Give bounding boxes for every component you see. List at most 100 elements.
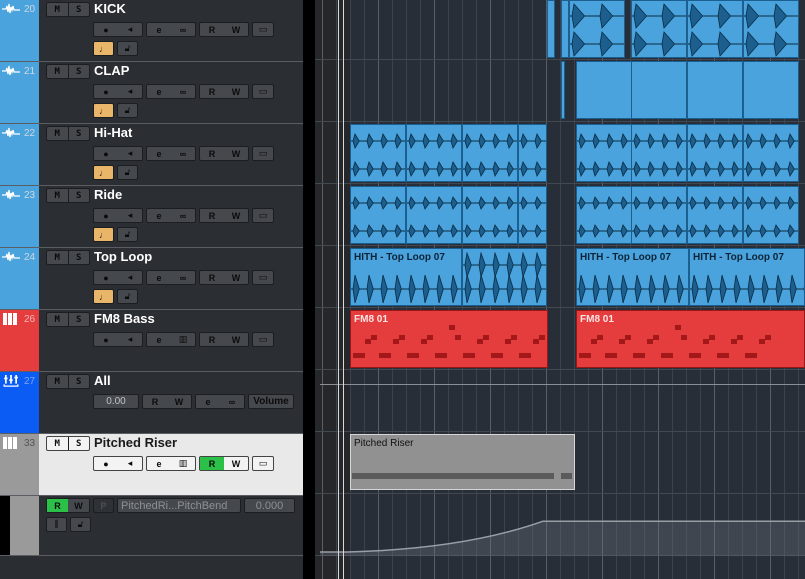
write-automation-button[interactable]: W [224, 457, 248, 470]
read-automation-button[interactable]: R [200, 147, 224, 160]
track-name[interactable]: Ride [94, 187, 122, 202]
write-automation-button[interactable]: W [224, 333, 248, 346]
edit-channel-icon[interactable]: e [147, 147, 171, 160]
write-automation-button[interactable]: W [167, 395, 191, 408]
left-locator[interactable] [338, 0, 339, 579]
mute-button[interactable]: M [47, 3, 69, 16]
write-automation-button[interactable]: W [224, 209, 248, 222]
mute-button[interactable]: M [47, 437, 69, 450]
track-color-strip[interactable]: 23 [0, 186, 39, 247]
punch-button[interactable]: P [93, 498, 114, 513]
midi-part-fm8[interactable]: FM8 01 [350, 310, 548, 368]
audio-event-kick[interactable] [569, 0, 625, 58]
read-automation-button[interactable]: R [200, 209, 224, 222]
audio-event-ride[interactable] [406, 186, 462, 244]
track-clap[interactable]: 21 MS CLAP ● ◂ e ∞ RW ▭ ♩ 🔓︎ [0, 62, 303, 124]
link-icon[interactable]: ∞ [171, 209, 195, 222]
solo-button[interactable]: S [69, 127, 90, 140]
track-color-strip[interactable]: 26 [0, 310, 39, 371]
musical-mode-icon[interactable]: ♩ [93, 227, 114, 242]
audio-event-hi-hat[interactable] [350, 124, 406, 182]
track-name[interactable]: Hi-Hat [94, 125, 132, 140]
musical-mode-icon[interactable]: ♩ [93, 41, 114, 56]
track-name[interactable]: FM8 Bass [94, 311, 155, 326]
record-enable-icon[interactable]: ● [94, 271, 118, 284]
audio-event-ride[interactable] [462, 186, 518, 244]
track-name[interactable]: Top Loop [94, 249, 152, 264]
read-automation-button[interactable]: R [200, 271, 224, 284]
audio-event-hi-hat[interactable] [631, 124, 687, 182]
link-icon[interactable]: ∞ [171, 147, 195, 160]
record-enable-icon[interactable]: ● [94, 333, 118, 346]
solo-button[interactable]: S [69, 375, 90, 388]
record-enable-icon[interactable]: ● [94, 457, 118, 470]
link-icon[interactable]: ∞ [171, 271, 195, 284]
midi-part-fm8[interactable]: FM8 01 [576, 310, 805, 368]
lock-icon[interactable]: 🔓︎ [117, 41, 138, 56]
edit-channel-icon[interactable]: e [147, 333, 171, 346]
audio-event-ride[interactable] [743, 186, 799, 244]
track-top-loop[interactable]: 24 MS Top Loop ● ◂ e ∞ RW ▭ ♩ 🔓︎ [0, 248, 303, 310]
audio-event-kick[interactable] [561, 0, 569, 58]
read-automation-button[interactable]: R [47, 499, 68, 512]
audio-event-kick[interactable] [631, 0, 687, 58]
audio-event-top-loop[interactable]: HITH - Top Loop 07 [689, 248, 805, 306]
record-enable-icon[interactable]: ● [94, 147, 118, 160]
track-name[interactable]: KICK [94, 1, 126, 16]
write-automation-button[interactable]: W [68, 499, 89, 512]
edit-channel-icon[interactable]: e [196, 395, 220, 408]
link-icon[interactable]: ∞ [220, 395, 244, 408]
audio-event-clap[interactable] [561, 61, 565, 119]
midi-part-pitched-riser[interactable]: Pitched Riser [350, 434, 575, 490]
audio-event-hi-hat[interactable] [462, 124, 518, 182]
mute-button[interactable]: M [47, 65, 69, 78]
track-pitched-riser[interactable]: 33 MS Pitched Riser ● ◂ e ▥ RW ▭ [0, 434, 303, 496]
edit-channel-icon[interactable]: e [147, 23, 171, 36]
record-enable-icon[interactable]: ● [94, 209, 118, 222]
track-name[interactable]: Pitched Riser [94, 435, 177, 450]
audio-event-hi-hat[interactable] [406, 124, 462, 182]
audio-event-clap[interactable] [687, 61, 743, 119]
write-automation-button[interactable]: W [224, 23, 248, 36]
mute-button[interactable]: M [47, 189, 69, 202]
track-kick[interactable]: 20 MS KICK ● ◂ e ∞ RW ▭ ♩ 🔓︎ [0, 0, 303, 62]
track-list-divider[interactable] [303, 0, 315, 579]
read-automation-button[interactable]: R [200, 23, 224, 36]
audio-event-top-loop[interactable]: HITH - Top Loop 07 [576, 248, 689, 306]
record-enable-icon[interactable]: ● [94, 85, 118, 98]
audio-event-hi-hat[interactable] [687, 124, 743, 182]
lanes-icon[interactable]: ▭ [252, 22, 274, 37]
musical-mode-icon[interactable]: ♩ [93, 103, 114, 118]
solo-button[interactable]: S [69, 65, 90, 78]
edit-channel-icon[interactable]: e [147, 85, 171, 98]
write-automation-button[interactable]: W [224, 147, 248, 160]
automation-curve[interactable] [315, 496, 805, 556]
solo-button[interactable]: S [69, 313, 90, 326]
audio-event-clap[interactable] [631, 61, 687, 119]
lanes-icon[interactable]: ▭ [252, 270, 274, 285]
mute-button[interactable]: M [47, 251, 69, 264]
edit-instrument-icon[interactable]: ▥ [171, 333, 195, 346]
lanes-icon[interactable]: ▭ [252, 146, 274, 161]
lock-icon[interactable]: 🔓︎ [117, 165, 138, 180]
musical-mode-icon[interactable]: ♩ [93, 289, 114, 304]
audio-event-ride[interactable] [576, 186, 632, 244]
edit-channel-icon[interactable]: e [147, 271, 171, 284]
monitor-icon[interactable]: ◂ [118, 457, 142, 470]
track-fm8-bass[interactable]: 26 MS FM8 Bass ● ◂ e ▥ RW ▭ [0, 310, 303, 372]
audio-event-hi-hat[interactable] [576, 124, 632, 182]
edit-instrument-icon[interactable]: ▥ [171, 457, 195, 470]
track-name[interactable]: All [94, 373, 111, 388]
track-color-strip[interactable]: 27 [0, 372, 39, 433]
edit-channel-icon[interactable]: e [147, 209, 171, 222]
lock-icon[interactable]: 🔓︎ [117, 289, 138, 304]
track-ride[interactable]: 23 MS Ride ● ◂ e ∞ RW ▭ ♩ 🔓︎ [0, 186, 303, 248]
mute-button[interactable]: M [47, 127, 69, 140]
track-color-strip[interactable]: 20 [0, 0, 39, 61]
track-color-strip[interactable]: 22 [0, 124, 39, 185]
monitor-icon[interactable]: ◂ [118, 271, 142, 284]
audio-event-kick[interactable] [687, 0, 743, 58]
edit-channel-icon[interactable]: e [147, 457, 171, 470]
track-color-strip[interactable]: 21 [0, 62, 39, 123]
mute-button[interactable]: M [47, 313, 69, 326]
